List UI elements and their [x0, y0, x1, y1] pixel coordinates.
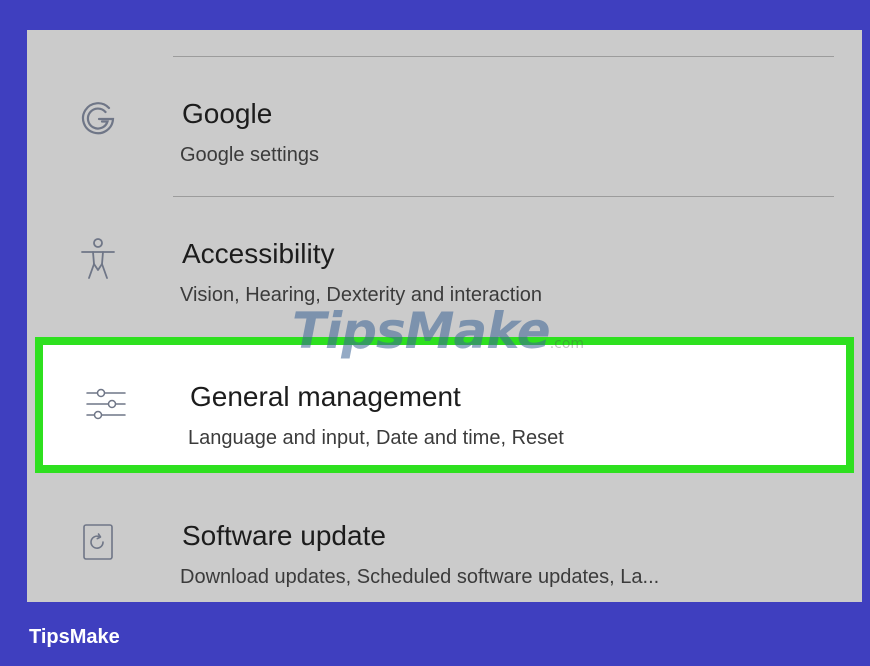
- divider: [173, 196, 834, 197]
- software-update-icon: [73, 516, 123, 566]
- sliders-icon: [81, 379, 131, 429]
- settings-item-software-update[interactable]: Software update Download updates, Schedu…: [27, 480, 862, 602]
- accessibility-icon: [73, 234, 123, 284]
- settings-item-subtitle: Google settings: [180, 144, 319, 166]
- settings-item-subtitle: Language and input, Date and time, Reset: [188, 427, 564, 449]
- divider: [173, 56, 834, 57]
- settings-item-subtitle: Download updates, Scheduled software upd…: [180, 566, 660, 588]
- settings-item-title: Accessibility: [182, 238, 335, 269]
- settings-item-title: Software update: [182, 520, 386, 551]
- settings-item-title: General management: [190, 381, 461, 412]
- brand-label: TipsMake: [29, 626, 120, 648]
- watermark-logo: TipsMake.com: [292, 302, 585, 360]
- settings-item-title: Google: [182, 98, 273, 129]
- settings-item-google[interactable]: Google Google settings: [27, 58, 862, 188]
- google-g-icon: [73, 94, 123, 144]
